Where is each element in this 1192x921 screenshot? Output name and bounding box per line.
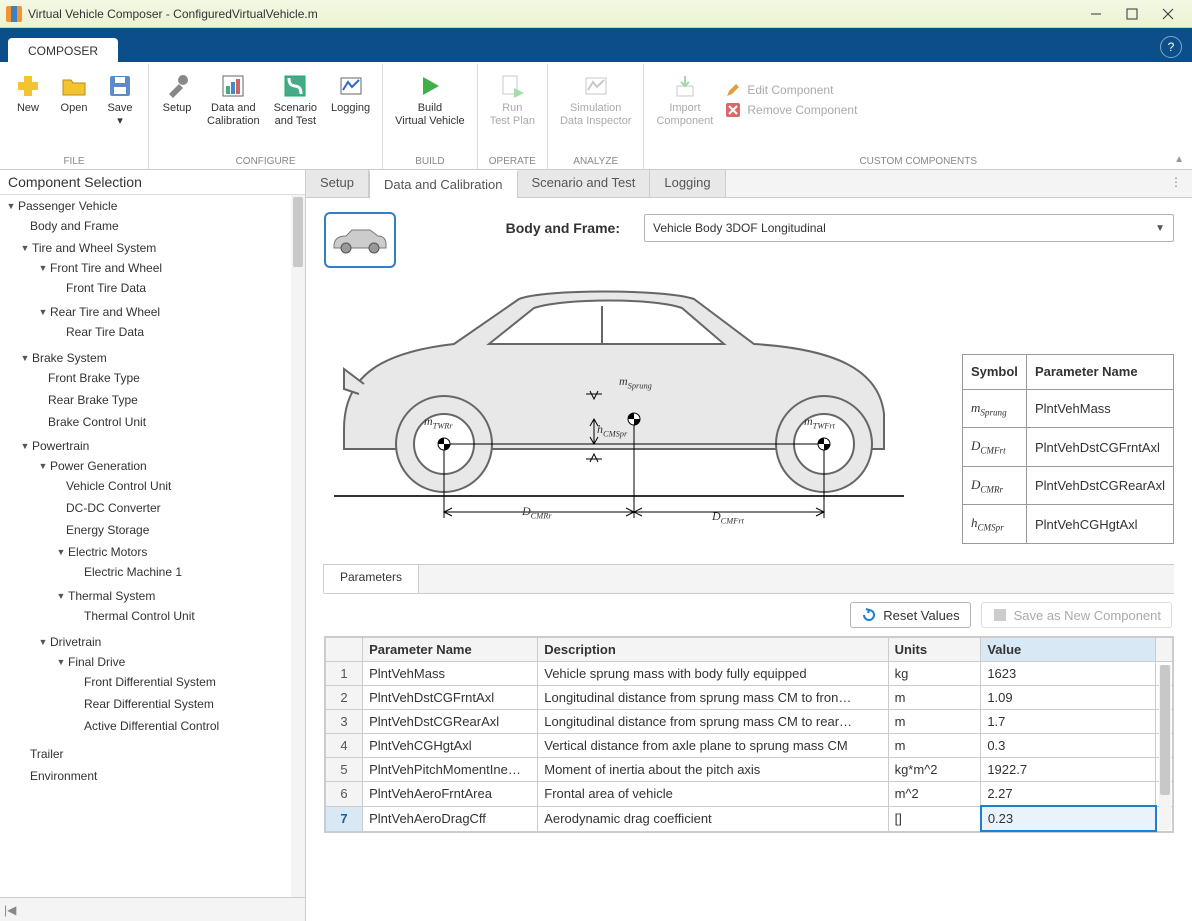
table-row: 4PlntVehCGHgtAxlVertical distance from a…	[326, 734, 1173, 758]
tree-front-tire-data[interactable]: Front Tire Data	[0, 279, 305, 297]
ribbon-collapse-icon[interactable]: ▲	[1174, 154, 1184, 165]
subtab-setup[interactable]: Setup	[306, 170, 369, 197]
table-row: 3PlntVehDstCGRearAxlLongitudinal distanc…	[326, 710, 1173, 734]
minimize-button[interactable]	[1078, 2, 1114, 26]
build-button[interactable]: Build Virtual Vehicle	[389, 68, 471, 131]
app-icon	[6, 6, 22, 22]
group-configure-label: CONFIGURE	[155, 154, 376, 169]
tree-front-tire-wheel[interactable]: ▼Front Tire and Wheel	[0, 259, 305, 277]
chevron-down-icon: ▼	[1155, 223, 1165, 234]
group-file-label: FILE	[6, 154, 142, 169]
parameters-tab[interactable]: Parameters	[323, 564, 419, 593]
help-icon[interactable]: ?	[1160, 36, 1182, 58]
tree-vcu[interactable]: Vehicle Control Unit	[0, 477, 305, 495]
group-analyze-label: ANALYZE	[554, 154, 638, 169]
subtab-logging[interactable]: Logging	[650, 170, 725, 197]
group-build-label: BUILD	[389, 154, 471, 169]
run-test-plan-button: Run Test Plan	[484, 68, 541, 131]
tree-power-gen[interactable]: ▼Power Generation	[0, 457, 305, 475]
tree-fds[interactable]: Front Differential System	[0, 673, 305, 691]
parameters-table[interactable]: Parameter NameDescriptionUnitsValue 1Pln…	[325, 637, 1173, 832]
edit-component-button: Edit Component	[725, 82, 857, 98]
group-operate-label: OPERATE	[484, 154, 541, 169]
tree-adc[interactable]: Active Differential Control	[0, 717, 305, 735]
tab-composer[interactable]: COMPOSER	[8, 38, 118, 62]
sidebar-statusbar: |◀	[0, 897, 305, 921]
tree-final-drive[interactable]: ▼Final Drive	[0, 653, 305, 671]
tree-thermal-system[interactable]: ▼Thermal System	[0, 587, 305, 605]
logging-button[interactable]: Logging	[325, 68, 376, 131]
close-button[interactable]	[1150, 2, 1186, 26]
tree-powertrain[interactable]: ▼Powertrain	[0, 437, 305, 455]
subtab-data-calibration[interactable]: Data and Calibration	[369, 170, 518, 198]
tree-environment[interactable]: Environment	[0, 767, 305, 785]
save-button[interactable]: Save▾	[98, 68, 142, 131]
vehicle-diagram: mSprung hCMSpr mTWRr mTWFrt DCMRr DCMFrt	[324, 274, 914, 544]
parameter-scrollbar[interactable]	[1159, 665, 1171, 830]
tree-body-frame[interactable]: Body and Frame	[0, 217, 305, 235]
tree-scrollbar[interactable]	[291, 195, 305, 897]
remove-component-button: Remove Component	[725, 102, 857, 118]
tree-energy-storage[interactable]: Energy Storage	[0, 521, 305, 539]
tree-em1[interactable]: Electric Machine 1	[0, 563, 305, 581]
sidebar-title: Component Selection	[0, 170, 305, 195]
table-row: 6PlntVehAeroFrntAreaFrontal area of vehi…	[326, 782, 1173, 807]
table-row: 7PlntVehAeroDragCffAerodynamic drag coef…	[326, 806, 1173, 831]
data-calibration-button[interactable]: Data and Calibration	[201, 68, 266, 131]
tree-brake-control[interactable]: Brake Control Unit	[0, 413, 305, 431]
tree-rear-brake[interactable]: Rear Brake Type	[0, 391, 305, 409]
tree-dcdc[interactable]: DC-DC Converter	[0, 499, 305, 517]
setup-button[interactable]: Setup	[155, 68, 199, 131]
tree-front-brake[interactable]: Front Brake Type	[0, 369, 305, 387]
tree-brake-system[interactable]: ▼Brake System	[0, 349, 305, 367]
window-title: Virtual Vehicle Composer - ConfiguredVir…	[28, 7, 1078, 21]
scenario-test-button[interactable]: Scenario and Test	[268, 68, 323, 131]
legend-table: SymbolParameter Name mSprungPlntVehMass …	[962, 354, 1174, 544]
import-component-button: Import Component	[650, 68, 719, 131]
tree-passenger-vehicle[interactable]: ▼Passenger Vehicle	[0, 197, 305, 215]
tree-rear-tire-wheel[interactable]: ▼Rear Tire and Wheel	[0, 303, 305, 321]
tree-drivetrain[interactable]: ▼Drivetrain	[0, 633, 305, 651]
component-thumbnail[interactable]	[324, 212, 396, 268]
tree-electric-motors[interactable]: ▼Electric Motors	[0, 543, 305, 561]
tree-tire-wheel[interactable]: ▼Tire and Wheel System	[0, 239, 305, 257]
maximize-button[interactable]	[1114, 2, 1150, 26]
open-button[interactable]: Open	[52, 68, 96, 131]
group-custom-label: CUSTOM COMPONENTS	[650, 154, 1186, 169]
subtab-menu-icon[interactable]: ⋮	[1160, 170, 1192, 197]
reset-values-button[interactable]: Reset Values	[850, 602, 970, 628]
body-frame-select[interactable]: Vehicle Body 3DOF Longitudinal▼	[644, 214, 1174, 242]
table-row: 2PlntVehDstCGFrntAxlLongitudinal distanc…	[326, 686, 1173, 710]
table-row: 1PlntVehMassVehicle sprung mass with bod…	[326, 662, 1173, 686]
subtab-scenario-test[interactable]: Scenario and Test	[518, 170, 651, 197]
body-frame-label: Body and Frame:	[506, 220, 620, 236]
save-as-component-button: Save as New Component	[981, 602, 1172, 628]
sim-data-inspector-button: Simulation Data Inspector	[554, 68, 638, 131]
table-row: 5PlntVehPitchMomentIne…Moment of inertia…	[326, 758, 1173, 782]
tree-tcu[interactable]: Thermal Control Unit	[0, 607, 305, 625]
tree-rds[interactable]: Rear Differential System	[0, 695, 305, 713]
tree-rear-tire-data[interactable]: Rear Tire Data	[0, 323, 305, 341]
new-button[interactable]: New	[6, 68, 50, 131]
tree-trailer[interactable]: Trailer	[0, 745, 305, 763]
